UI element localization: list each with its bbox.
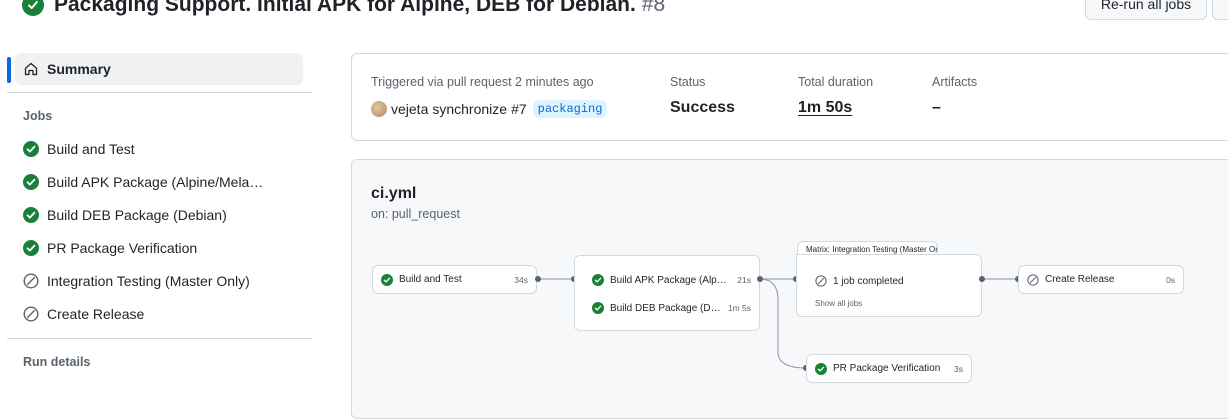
success-check-icon [815, 362, 827, 375]
node-name: PR Package Verification [833, 363, 941, 374]
node-duration: 3s [954, 363, 963, 374]
node-duration: 1m 5s [727, 303, 751, 313]
skipped-icon [1027, 273, 1039, 286]
connector-dot [979, 276, 985, 282]
graph-node-create-release[interactable]: Create Release 0s [1018, 265, 1184, 294]
node-duration: 34s [514, 274, 528, 285]
node-name: Build APK Package (Alpine/Melange) [610, 274, 727, 286]
skipped-icon [815, 275, 827, 287]
node-name: Create Release [1045, 274, 1115, 285]
graph-node-matrix-integration[interactable]: 1 job completed Show all jobs [796, 254, 982, 317]
node-duration: 0s [1166, 274, 1175, 285]
show-all-jobs-link[interactable]: Show all jobs [815, 299, 862, 308]
graph-node-build-and-test[interactable]: Build and Test 34s [372, 265, 537, 294]
success-check-icon [592, 302, 604, 314]
matrix-summary: 1 job completed [833, 275, 904, 287]
connector-dot [535, 276, 541, 282]
success-check-icon [592, 274, 604, 286]
node-name: Build and Test [399, 274, 462, 285]
connector-dot [757, 276, 763, 282]
graph-job-build-apk[interactable]: Build APK Package (Alpine/Melange) 21s [575, 272, 759, 288]
graph-job-build-deb[interactable]: Build DEB Package (Debian) 1m 5s [575, 300, 759, 316]
node-name: Build DEB Package (Debian) [610, 302, 722, 314]
graph-node-build-packages: Build APK Package (Alpine/Melange) 21s B… [574, 255, 760, 331]
success-check-icon [381, 273, 393, 286]
graph-node-pr-verification[interactable]: PR Package Verification 3s [806, 354, 972, 383]
node-duration: 21s [737, 275, 751, 285]
